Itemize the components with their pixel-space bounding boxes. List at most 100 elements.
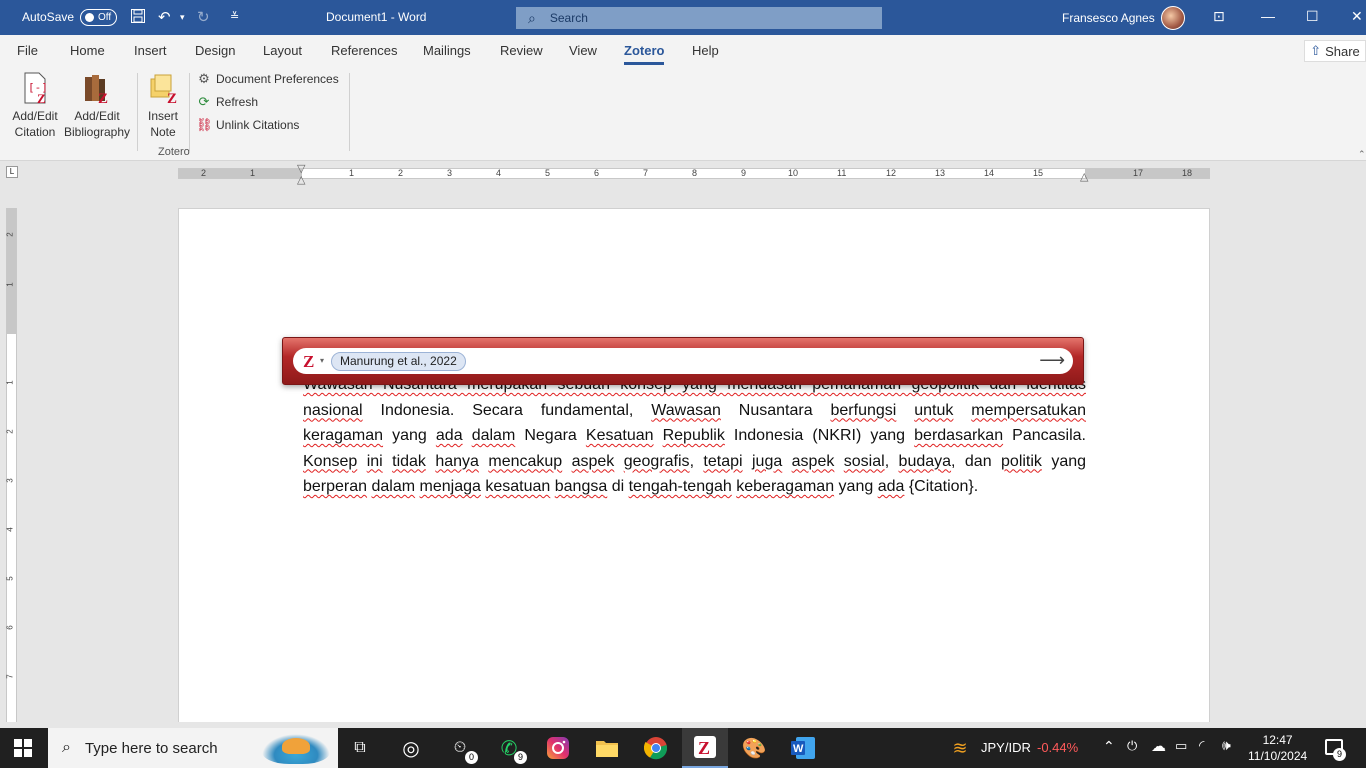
onedrive-cloud-icon[interactable]: ☁ xyxy=(1151,737,1166,755)
clock-time: 12:47 xyxy=(1262,733,1293,747)
zotero-logo-icon[interactable]: Z xyxy=(303,352,314,372)
document-body[interactable]: Wawasan Nusantara merupakan sebuah konse… xyxy=(303,372,1086,500)
insert-note-button[interactable]: Z Insert Note xyxy=(144,71,182,140)
zotero-menu-dropdown-icon[interactable]: ▾ xyxy=(320,356,324,365)
instagram-icon[interactable] xyxy=(544,734,572,762)
customize-toolbar-icon[interactable]: ≚ xyxy=(230,10,239,23)
meet-now-icon[interactable]: ⏻ xyxy=(1127,738,1137,754)
share-label: Share xyxy=(1325,43,1360,59)
save-icon[interactable] xyxy=(130,8,146,28)
tab-design[interactable]: Design xyxy=(195,43,235,58)
currency-change[interactable]: -0.44% xyxy=(1037,740,1078,755)
whatsapp-badge: 9 xyxy=(514,751,527,764)
currency-pair[interactable]: JPY/IDR xyxy=(981,740,1031,755)
tab-insert[interactable]: Insert xyxy=(134,43,167,58)
volume-icon[interactable]: 🕪 xyxy=(1222,737,1231,754)
search-highlight-illustration-icon[interactable] xyxy=(262,734,330,764)
word: menjaga xyxy=(419,478,481,495)
word: Negara xyxy=(515,427,586,444)
word: Kesatuan xyxy=(585,427,654,444)
tab-selector-icon[interactable]: L xyxy=(6,166,18,178)
horizontal-ruler[interactable]: 2 1 1 2 3 4 5 6 7 8 9 10 11 12 13 14 15 … xyxy=(178,168,1210,179)
redo-icon[interactable]: ↻ xyxy=(197,8,210,26)
word: Wawasan xyxy=(651,401,721,419)
battery-icon[interactable]: ▭ xyxy=(1175,738,1187,754)
tab-review[interactable]: Review xyxy=(500,43,543,58)
word-app-icon[interactable]: W xyxy=(789,734,817,762)
zotero-app-icon[interactable]: Z xyxy=(682,728,728,768)
add-edit-citation-label-2: Citation xyxy=(14,125,56,139)
refresh-button[interactable]: ⟳ Refresh xyxy=(196,94,258,110)
user-name[interactable]: Fransesco Agnes xyxy=(1062,11,1155,25)
search-icon: ⌕ xyxy=(528,9,536,26)
ribbon-divider xyxy=(349,73,350,151)
tab-zotero[interactable]: Zotero xyxy=(624,43,665,65)
word: {Citation}. xyxy=(904,478,979,495)
tab-references[interactable]: References xyxy=(331,43,397,58)
citation-bubble[interactable]: Manurung et al., 2022 xyxy=(331,352,466,371)
undo-icon[interactable]: ↶ xyxy=(158,8,171,26)
document-title: Document1 - Word xyxy=(326,10,427,24)
tab-home[interactable]: Home xyxy=(70,43,105,58)
tab-file[interactable]: File xyxy=(17,43,38,58)
bibliography-icon: Z xyxy=(81,71,113,107)
document-preferences-button[interactable]: ⚙ Document Preferences xyxy=(196,71,339,87)
word: kesatuan xyxy=(485,478,551,495)
arrow-right-icon[interactable]: ⟶ xyxy=(1039,350,1065,371)
svg-text:Z: Z xyxy=(698,738,710,758)
insert-note-label-2: Note xyxy=(150,125,176,139)
tab-help[interactable]: Help xyxy=(692,43,719,58)
maximize-icon[interactable]: ☐ xyxy=(1306,8,1319,25)
word: keberagaman xyxy=(736,478,835,495)
vertical-ruler[interactable]: 2 1 1 2 3 4 5 6 7 xyxy=(6,208,17,722)
undo-dropdown-icon[interactable]: ▾ xyxy=(180,12,185,23)
word xyxy=(654,427,663,444)
insert-note-label-1: Insert xyxy=(147,109,178,123)
word xyxy=(834,453,843,470)
collapse-ribbon-icon[interactable]: ⌃ xyxy=(1358,149,1366,160)
share-button[interactable]: ⇧ Share xyxy=(1304,40,1366,62)
show-hidden-icons-chevron-icon[interactable]: ⌃ xyxy=(1103,738,1115,755)
word: Nusantara xyxy=(720,401,831,419)
paint-app-icon[interactable]: 🎨 xyxy=(740,734,768,762)
task-view-icon[interactable]: ⧉ xyxy=(346,734,374,762)
unlink-citations-button[interactable]: ⛓ Unlink Citations xyxy=(196,117,299,133)
chrome-icon[interactable] xyxy=(642,734,670,762)
add-edit-bibliography-label-1: Add/Edit xyxy=(74,109,120,123)
whatsapp-icon[interactable]: ✆ 9 xyxy=(495,734,527,764)
minimize-icon[interactable]: — xyxy=(1261,8,1275,24)
wifi-icon[interactable]: ◜ xyxy=(1199,737,1204,754)
ruler-number: 1 xyxy=(250,168,256,178)
ruler-number: 1 xyxy=(349,168,355,178)
word xyxy=(953,402,971,419)
tab-view[interactable]: View xyxy=(569,43,597,58)
tab-layout[interactable]: Layout xyxy=(263,43,302,58)
vruler-number: 6 xyxy=(5,625,15,630)
taskbar-search-box[interactable]: ⌕ Type here to search xyxy=(48,728,338,768)
tab-mailings[interactable]: Mailings xyxy=(423,43,471,58)
clock-app-icon[interactable]: ⏲ 0 xyxy=(446,734,478,764)
svg-text:Z: Z xyxy=(37,91,46,105)
citation-search-input[interactable]: Z ▾ Manurung et al., 2022 ⟶ xyxy=(293,348,1073,374)
system-clock[interactable]: 12:47 11/10/2024 xyxy=(1248,732,1307,764)
clock-app-badge: 0 xyxy=(465,751,478,764)
autosave-toggle[interactable]: Off xyxy=(80,9,117,26)
avatar[interactable] xyxy=(1161,6,1185,30)
ruler-number: 2 xyxy=(398,168,404,178)
title-search-box[interactable]: ⌕ Search xyxy=(516,7,882,29)
cortana-icon[interactable]: ◎ xyxy=(397,734,425,762)
file-explorer-icon[interactable] xyxy=(593,734,621,762)
add-edit-bibliography-button[interactable]: Z Add/Edit Bibliography xyxy=(62,71,132,140)
title-search-placeholder: Search xyxy=(549,11,588,25)
word xyxy=(614,453,623,470)
currency-widget-icon[interactable]: ≋ xyxy=(946,734,974,762)
windows-start-icon[interactable] xyxy=(14,739,32,757)
ribbon-divider xyxy=(137,73,138,151)
refresh-label: Refresh xyxy=(216,95,259,109)
right-indent-marker-icon[interactable]: △ xyxy=(1080,170,1088,183)
close-icon[interactable]: ✕ xyxy=(1351,8,1363,25)
left-indent-marker-icon[interactable]: △ xyxy=(297,173,305,186)
ribbon-display-options-icon[interactable]: ⊡ xyxy=(1213,8,1225,25)
ribbon-divider xyxy=(189,73,190,151)
add-edit-citation-button[interactable]: [-] Z Add/Edit Citation xyxy=(10,71,60,140)
